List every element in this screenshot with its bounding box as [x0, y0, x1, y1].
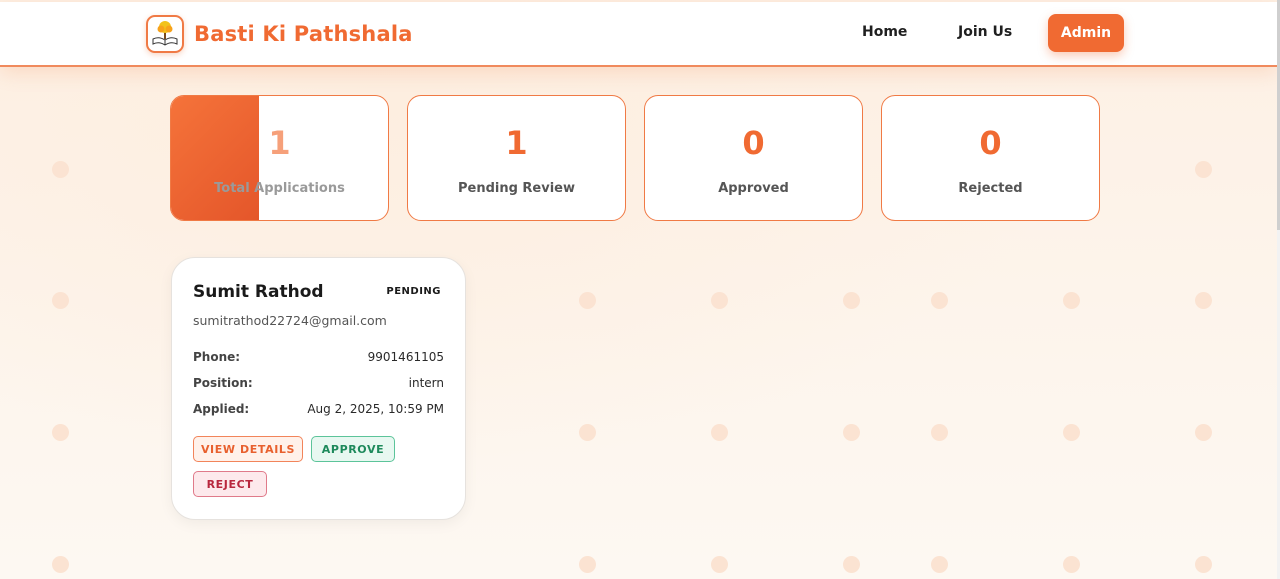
admin-button[interactable]: Admin — [1048, 14, 1124, 52]
decor-dot — [711, 424, 728, 441]
stat-label: Total Applications — [214, 181, 345, 196]
decor-dot — [579, 292, 596, 309]
stat-card-pending: 1 Pending Review — [407, 95, 626, 221]
decor-dot — [1063, 292, 1080, 309]
applied-value: Aug 2, 2025, 10:59 PM — [307, 402, 444, 416]
decor-dot — [843, 292, 860, 309]
decor-dot — [1195, 556, 1212, 573]
view-details-button[interactable]: VIEW DETAILS — [193, 436, 303, 462]
decor-dot — [1195, 292, 1212, 309]
stat-card-approved: 0 Approved — [644, 95, 863, 221]
stat-label: Pending Review — [457, 181, 576, 196]
decor-dot — [931, 292, 948, 309]
decor-dot — [711, 292, 728, 309]
decor-dot — [579, 556, 596, 573]
applicant-email: sumitrathod22724@gmail.com — [193, 313, 387, 328]
stat-card-rejected: 0 Rejected — [881, 95, 1100, 221]
decor-dot — [711, 556, 728, 573]
stat-value: 1 — [505, 124, 528, 162]
decor-dot — [1063, 424, 1080, 441]
decor-dot — [52, 292, 69, 309]
application-card: Sumit Rathod PENDING sumitrathod22724@gm… — [171, 257, 466, 520]
decor-dot — [579, 424, 596, 441]
applicant-name: Sumit Rathod — [193, 282, 324, 302]
applied-label: Applied: — [193, 402, 250, 416]
nav-join-us-link[interactable]: Join Us — [958, 24, 1012, 40]
approve-button[interactable]: APPROVE — [311, 436, 395, 462]
reject-button[interactable]: REJECT — [193, 471, 267, 497]
main-nav: Home Join Us Admin — [0, 14, 1277, 54]
phone-value: 9901461105 — [367, 350, 444, 364]
decor-dot — [931, 556, 948, 573]
decor-dot — [52, 161, 69, 178]
decor-dot — [52, 556, 69, 573]
status-badge: PENDING — [386, 286, 441, 297]
position-value: intern — [408, 376, 444, 390]
position-label: Position: — [193, 376, 253, 390]
decor-dot — [1063, 556, 1080, 573]
stat-value: 0 — [742, 124, 765, 162]
stat-label: Rejected — [958, 181, 1023, 196]
decor-dot — [52, 424, 69, 441]
site-header: Basti Ki Pathshala Home Join Us Admin — [0, 2, 1277, 67]
stat-card-total: 1 Total Applications — [170, 95, 389, 221]
phone-label: Phone: — [193, 350, 241, 364]
decor-dot — [1195, 424, 1212, 441]
decor-dot — [843, 556, 860, 573]
decor-dot — [931, 424, 948, 441]
nav-home-link[interactable]: Home — [862, 24, 907, 40]
stat-label: Approved — [718, 181, 789, 196]
decor-dot — [1195, 161, 1212, 178]
stat-value: 1 — [268, 124, 291, 162]
stat-value: 0 — [979, 124, 1002, 162]
decor-dot — [843, 424, 860, 441]
